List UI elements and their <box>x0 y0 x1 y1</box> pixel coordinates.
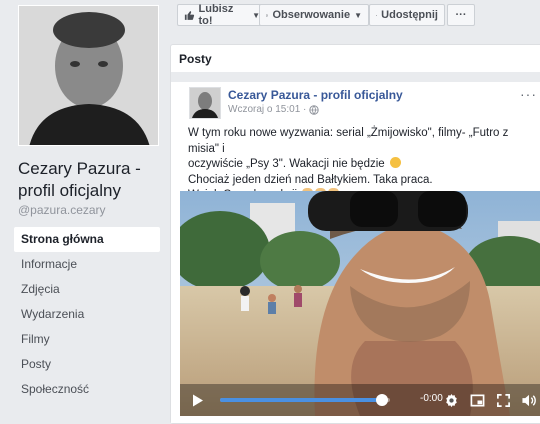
posts-header: Posty <box>179 52 212 66</box>
progress-fill <box>220 398 382 402</box>
follow-button[interactable]: Obserwowanie ▼ <box>259 4 369 26</box>
action-bar: Lubisz to! ▼ Obserwowanie ▼ Udostępnij ·… <box>170 0 540 36</box>
fullscreen-icon[interactable] <box>496 393 511 408</box>
nav-item-posts[interactable]: Posty <box>14 352 160 377</box>
rss-icon <box>266 13 269 17</box>
nav-item-videos[interactable]: Filmy <box>14 327 160 352</box>
post-line-text: oczywiście „Psy 3". Wakacji nie będzie <box>188 158 385 170</box>
divider <box>171 72 540 82</box>
page-handle: @pazura.cezary <box>18 203 106 217</box>
progress-track[interactable] <box>220 394 390 406</box>
progress-handle[interactable] <box>375 394 388 406</box>
like-label: Lubisz to! <box>198 3 234 27</box>
posts-panel: Posty Cezary Pazura - profil oficjalny W… <box>170 44 540 424</box>
like-button[interactable]: Lubisz to! ▼ <box>177 3 267 27</box>
more-options-button[interactable]: ··· <box>447 4 475 26</box>
post-line: W tym roku nowe wyzwania: serial „Żmijow… <box>188 127 509 155</box>
nav-item-events[interactable]: Wydarzenia <box>14 302 160 327</box>
nav-item-home[interactable]: Strona główna <box>14 227 160 252</box>
chevron-down-icon: ▼ <box>354 10 362 20</box>
post-meta: Wczoraj o 15:01 · <box>228 104 320 115</box>
heart-eyes-emoji-icon <box>389 157 401 168</box>
share-arrow-icon <box>376 14 378 16</box>
page-name[interactable]: Cezary Pazura - profil oficjalny <box>18 158 168 202</box>
post-video[interactable]: -0:00 <box>180 191 540 416</box>
post-card: Cezary Pazura - profil oficjalny Wczoraj… <box>171 82 540 423</box>
video-frame <box>180 191 540 416</box>
globe-icon <box>309 104 320 115</box>
nav-item-photos[interactable]: Zdjęcia <box>14 277 160 302</box>
profile-photo[interactable] <box>18 5 159 146</box>
gear-icon[interactable] <box>444 393 459 408</box>
post-options-icon[interactable]: ··· <box>520 86 537 102</box>
post-line: oczywiście „Psy 3". Wakacji nie będzie <box>188 157 538 173</box>
video-time: -0:00 <box>420 393 443 404</box>
video-controls: -0:00 <box>180 384 540 416</box>
share-button[interactable]: Udostępnij <box>369 4 445 26</box>
post-timestamp[interactable]: Wczoraj o 15:01 · <box>228 104 306 115</box>
play-icon[interactable] <box>192 394 204 407</box>
volume-icon[interactable] <box>521 393 537 408</box>
nav-item-about[interactable]: Informacje <box>14 252 160 277</box>
post-author[interactable]: Cezary Pazura - profil oficjalny <box>228 88 403 102</box>
post-avatar[interactable] <box>189 87 221 119</box>
post-line: Chociaż jeden dzień nad Bałtykiem. Taka … <box>188 173 433 186</box>
nav-item-community[interactable]: Społeczność <box>14 377 160 402</box>
left-nav: Strona główna Informacje Zdjęcia Wydarze… <box>14 227 160 402</box>
share-label: Udostępnij <box>381 9 438 21</box>
follow-label: Obserwowanie <box>272 9 351 21</box>
thumbs-up-icon <box>184 10 195 20</box>
picture-in-picture-icon[interactable] <box>470 393 485 408</box>
